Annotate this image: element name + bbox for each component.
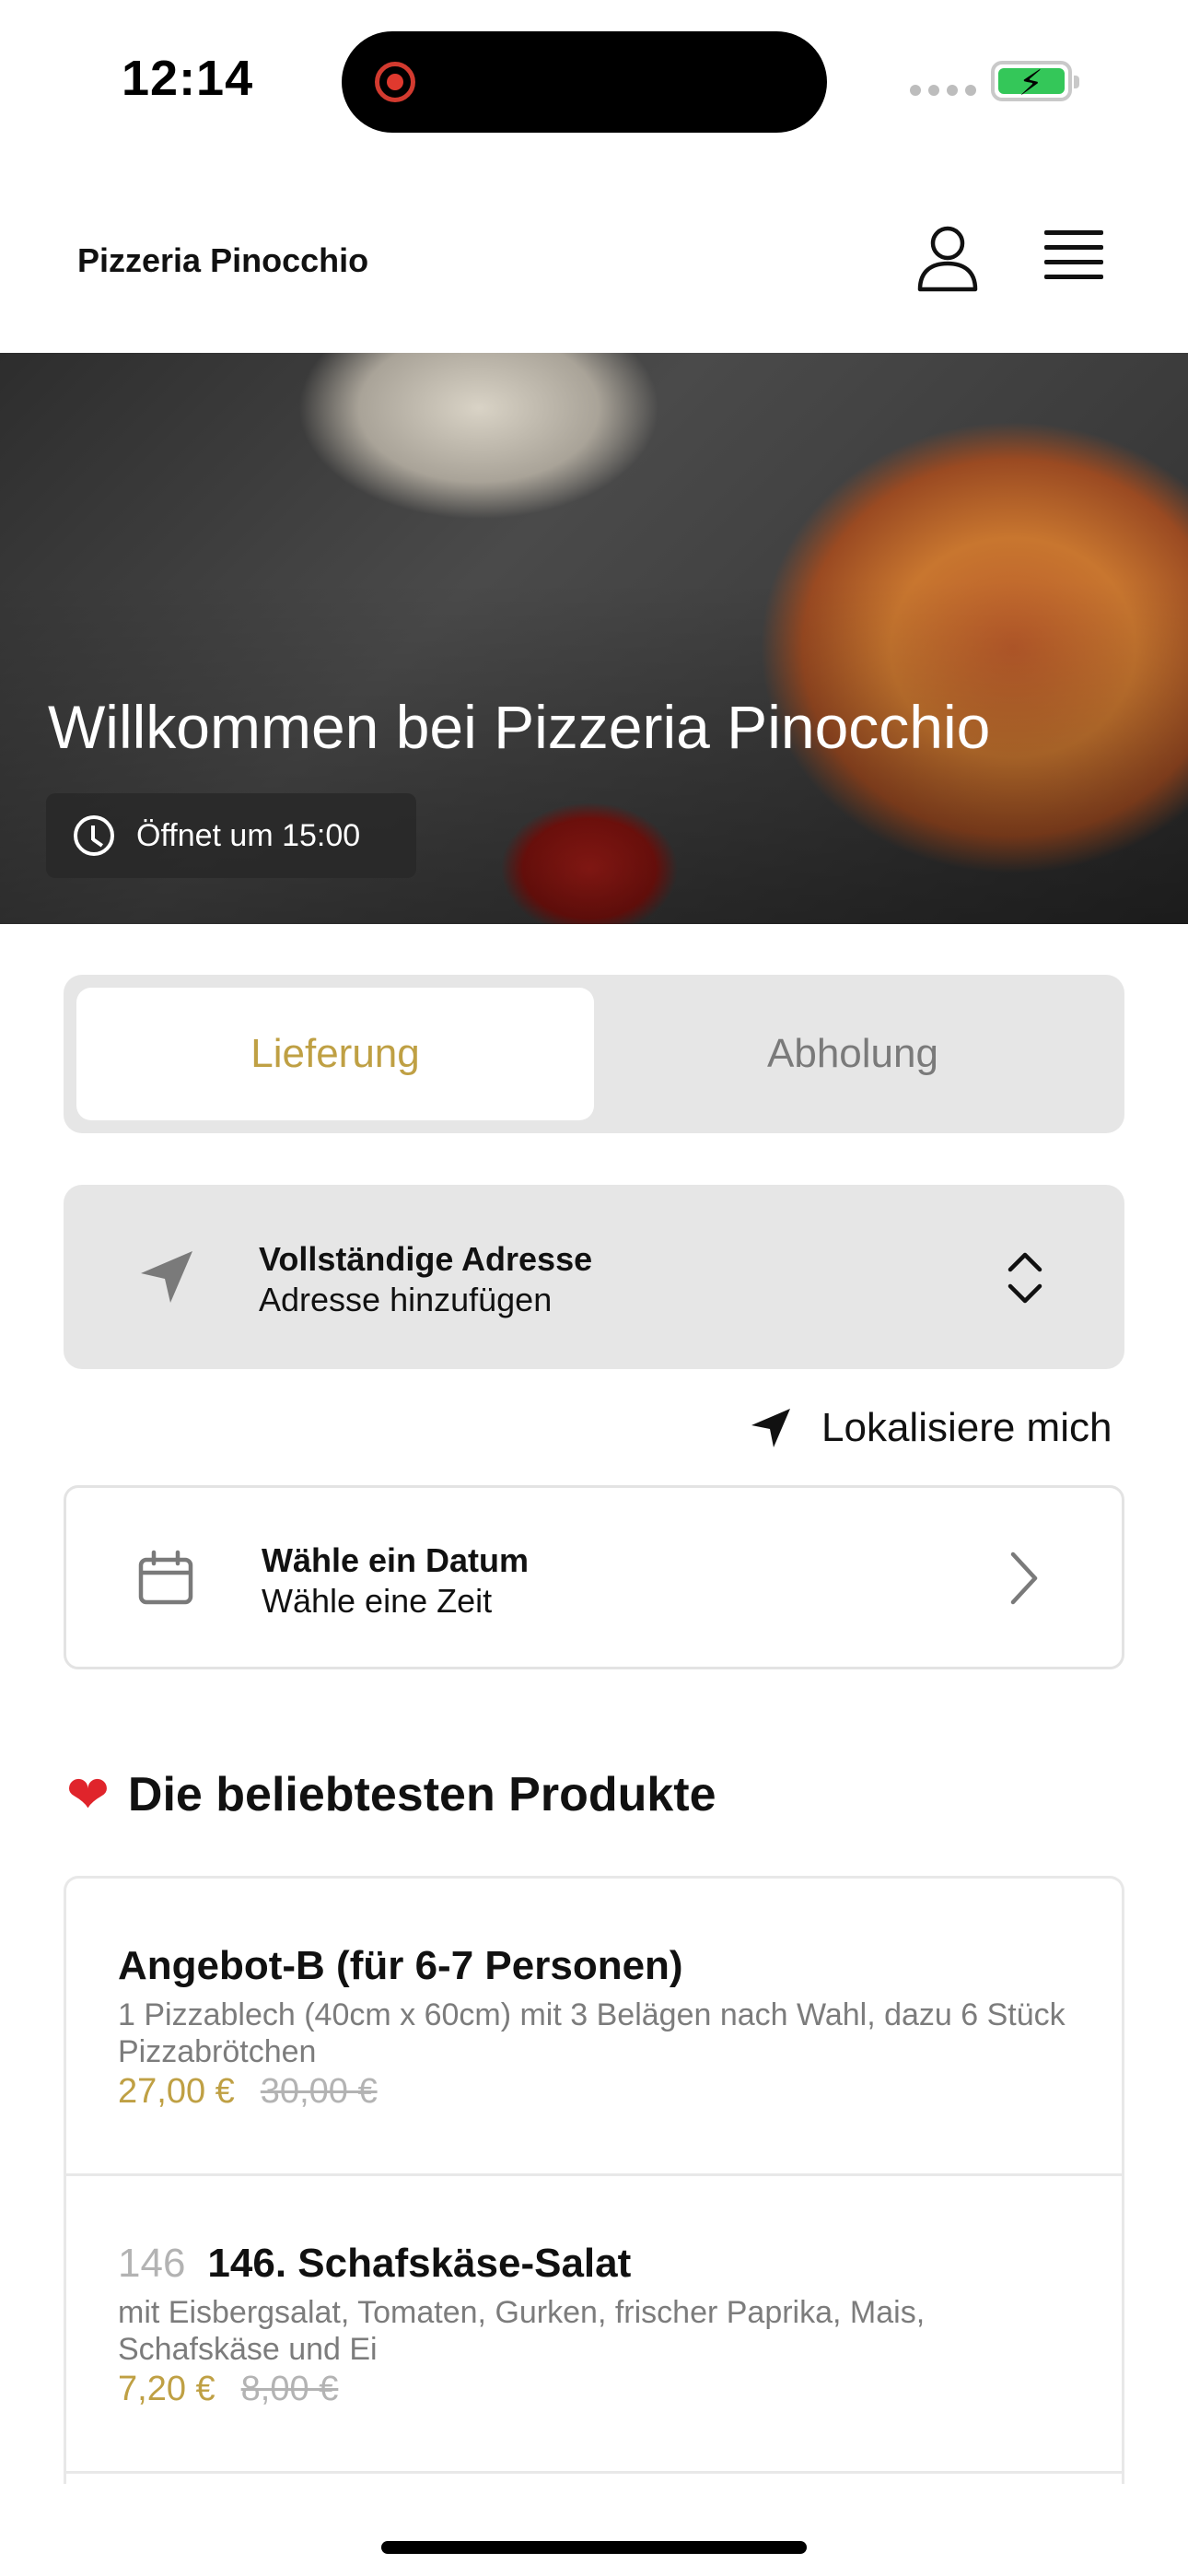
product-number: 146 — [118, 2241, 186, 2286]
address-title: Vollständige Adresse — [259, 1240, 593, 1278]
delivery-tab[interactable]: Lieferung — [76, 988, 594, 1120]
pickup-tab[interactable]: Abholung — [594, 988, 1112, 1120]
product-old-price: 8,00 € — [240, 2370, 339, 2408]
locate-me-label: Lokalisiere mich — [821, 1405, 1112, 1450]
navigation-arrow-icon — [751, 1409, 790, 1447]
clock-icon — [74, 815, 114, 856]
time-subtitle: Wähle eine Zeit — [262, 1582, 493, 1620]
product-card[interactable]: 146 146. Schafskäse-Salat mit Eisbergsal… — [66, 2176, 1122, 2474]
address-subtitle: Adresse hinzufügen — [259, 1281, 553, 1318]
product-card[interactable]: Angebot-B (für 6-7 Personen) 1 Pizzablec… — [66, 1879, 1122, 2176]
product-name: Angebot-B (für 6-7 Personen) — [118, 1943, 683, 1988]
product-old-price: 30,00 € — [260, 2072, 378, 2111]
location-arrow-icon — [141, 1251, 192, 1303]
app-header: Pizzeria Pinocchio — [0, 175, 1188, 350]
heart-icon: ❤ — [66, 1765, 110, 1823]
hamburger-menu-icon[interactable] — [1044, 230, 1103, 286]
popular-products-heading: ❤ Die beliebtesten Produkte — [66, 1767, 716, 1822]
home-indicator[interactable] — [381, 2541, 807, 2554]
cellular-signal-icon — [910, 85, 976, 96]
product-list: Angebot-B (für 6-7 Personen) 1 Pizzablec… — [64, 1876, 1124, 2484]
status-time: 12:14 — [122, 51, 254, 106]
chevron-right-icon — [1010, 1551, 1038, 1605]
status-bar: 12:14 ⚡ — [0, 0, 1188, 157]
locate-me-button[interactable]: Lokalisiere mich — [748, 1400, 1112, 1456]
order-mode-toggle: Lieferung Abholung — [64, 975, 1124, 1133]
product-description: mit Eisbergsalat, Tomaten, Gurken, frisc… — [118, 2295, 926, 2367]
product-price: 27,00 € — [118, 2072, 235, 2111]
opening-hours-badge: Öffnet um 15:00 — [46, 793, 416, 878]
product-price: 7,20 € — [118, 2370, 215, 2408]
dynamic-island — [342, 31, 827, 133]
product-name: 146. Schafskäse-Salat — [207, 2241, 632, 2286]
opening-hours-text: Öffnet um 15:00 — [136, 817, 361, 853]
date-title: Wähle ein Datum — [262, 1541, 530, 1579]
hero-banner: Willkommen bei Pizzeria Pinocchio Öffnet… — [0, 353, 1188, 924]
brand-name[interactable]: Pizzeria Pinocchio — [77, 241, 368, 280]
chevron-up-down-icon — [1007, 1252, 1042, 1304]
battery-charging-icon: ⚡ — [991, 61, 1079, 103]
product-description: 1 Pizzablech (40cm x 60cm) mit 3 Belägen… — [118, 1997, 1066, 2069]
user-account-icon[interactable] — [915, 225, 980, 293]
hero-title: Willkommen bei Pizzeria Pinocchio — [48, 693, 991, 761]
address-selector[interactable]: Vollständige Adresse Adresse hinzufügen — [64, 1185, 1124, 1369]
popular-products-title: Die beliebtesten Produkte — [127, 1768, 716, 1821]
recording-icon — [375, 62, 415, 102]
date-time-selector[interactable]: Wähle ein Datum Wähle eine Zeit — [64, 1485, 1124, 1669]
calendar-icon — [138, 1550, 193, 1605]
